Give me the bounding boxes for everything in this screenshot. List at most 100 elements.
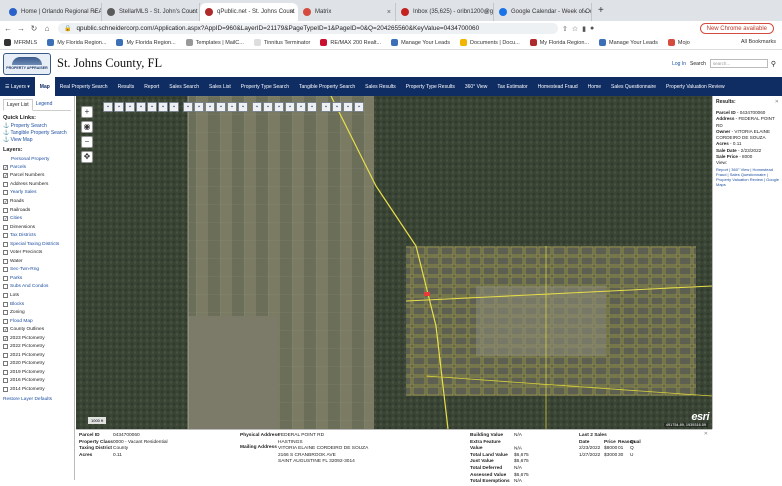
layer-checkbox[interactable] [3, 207, 8, 213]
all-bookmarks-button[interactable]: All Bookmarks [741, 39, 776, 45]
overview-tool-icon[interactable]: ▪ [263, 102, 273, 112]
layer-checkbox[interactable] [3, 386, 8, 392]
layer-item[interactable]: 2022 Pictometry [3, 342, 71, 351]
help-tool-icon[interactable]: ▪ [343, 102, 353, 112]
selected-parcel-marker[interactable] [424, 292, 430, 296]
forward-icon[interactable]: → [16, 24, 26, 33]
menu-sales-list[interactable]: Sales List [204, 77, 236, 96]
bookmark-item[interactable]: RE/MAX 200 Realt... [320, 39, 381, 46]
layer-checkbox[interactable] [3, 275, 8, 281]
layer-item[interactable]: Sec-Twn-Rng [3, 266, 71, 275]
print-tool-icon[interactable]: ▪ [147, 102, 157, 112]
layer-checkbox[interactable] [3, 224, 8, 230]
bookmark-item[interactable]: Manage Your Leads [391, 39, 450, 46]
close-tab-icon[interactable]: × [485, 9, 489, 16]
layer-checkbox[interactable] [3, 190, 8, 196]
layer-item[interactable]: ✓ County Outlines [3, 325, 71, 334]
menu-home[interactable]: Home [583, 77, 606, 96]
bookmark-item[interactable]: My Florida Region... [116, 39, 176, 46]
quick-link[interactable]: ⚓ Property Search [3, 123, 71, 130]
layer-item[interactable]: 2019 Pictometry [3, 368, 71, 377]
menu-layers[interactable]: ☰ Layers ▾ [0, 77, 35, 96]
bookmark-tool-icon[interactable]: ▪ [274, 102, 284, 112]
layer-checkbox[interactable]: ✓ [3, 173, 8, 179]
full-extent-tool-icon[interactable]: ▪ [332, 102, 342, 112]
layer-item[interactable]: Zoning [3, 308, 71, 317]
tab-legend[interactable]: Legend [33, 99, 56, 110]
pan-icon[interactable]: ✥ [81, 151, 93, 163]
close-tab-icon[interactable]: × [387, 9, 391, 16]
buffer-tool-icon[interactable]: ▪ [194, 102, 204, 112]
layer-checkbox[interactable] [3, 344, 8, 350]
layer-checkbox[interactable] [3, 352, 8, 358]
browser-tab[interactable]: StellarMLS - St. John's Count × [102, 3, 200, 21]
zoom-box-tool-icon[interactable]: ▪ [216, 102, 226, 112]
menu-homestead-fraud[interactable]: Homestead Fraud [533, 77, 583, 96]
layer-checkbox[interactable] [3, 318, 8, 324]
zoom-out-button[interactable]: − [81, 136, 93, 148]
layer-checkbox[interactable]: ✓ [3, 198, 8, 204]
restore-layer-defaults-link[interactable]: Restore Layer Defaults [3, 397, 71, 402]
bookmark-item[interactable]: Templates | MailC... [185, 39, 244, 46]
bookmark-item[interactable]: Mojo [667, 39, 690, 46]
pencil-tool-icon[interactable]: ▪ [158, 102, 168, 112]
share-icon[interactable]: ⇧ [562, 25, 568, 33]
browser-tab[interactable]: qPublic.net - St. Johns Count × [200, 3, 298, 21]
close-tab-icon[interactable]: × [93, 9, 97, 16]
chrome-update-button[interactable]: New Chrome available [699, 23, 774, 34]
layer-checkbox[interactable] [3, 181, 8, 187]
pan-tool-icon[interactable]: ▪ [227, 102, 237, 112]
tab-layer-list[interactable]: Layer List [3, 99, 33, 111]
share-tool-icon[interactable]: ▪ [285, 102, 295, 112]
layer-item[interactable]: Special Taxing Districts [3, 240, 71, 249]
layer-checkbox[interactable] [3, 241, 8, 247]
identify-tool-icon[interactable]: ▪ [103, 102, 113, 112]
layer-checkbox[interactable] [3, 361, 8, 367]
layer-checkbox[interactable] [3, 310, 8, 316]
next-tool-icon[interactable]: ▪ [307, 102, 317, 112]
layer-item[interactable]: Parks [3, 274, 71, 283]
menu-property-type-search[interactable]: Property Type Search [236, 77, 294, 96]
menu-tangible-property-search[interactable]: Tangible Property Search [294, 77, 360, 96]
layer-item[interactable]: Blocks [3, 300, 71, 309]
menu-map[interactable]: Map [34, 77, 55, 96]
search-icon[interactable]: ⚲ [771, 60, 776, 68]
export-tool-icon[interactable]: ▪ [321, 102, 331, 112]
profile-avatar-icon[interactable]: ● [590, 25, 594, 32]
close-tab-icon[interactable]: × [583, 9, 587, 16]
layer-item[interactable]: ✓ Roads [3, 197, 71, 206]
menu-360-view[interactable]: 360° View [460, 77, 492, 96]
locate-tool-icon[interactable]: ▪ [252, 102, 262, 112]
menu-real-property-search[interactable]: Real Property Search [55, 77, 113, 96]
browser-tab[interactable]: Inbox (35,625) - oribn1200@g × [396, 3, 494, 21]
bookmark-star-icon[interactable]: ☆ [572, 25, 578, 33]
select-tool-icon[interactable]: ▪ [114, 102, 124, 112]
layer-checkbox[interactable] [3, 233, 8, 239]
layer-item[interactable]: Lots [3, 291, 71, 300]
layer-item[interactable]: Tax Districts [3, 231, 71, 240]
zoom-in-button[interactable]: + [81, 106, 93, 118]
close-summary-icon[interactable]: ✕ [704, 431, 708, 437]
erase-tool-icon[interactable]: ▪ [169, 102, 179, 112]
menu-property-type-results[interactable]: Property Type Results [401, 77, 460, 96]
layers-tool-icon[interactable]: ▪ [183, 102, 193, 112]
layer-checkbox[interactable] [3, 292, 8, 298]
menu-report[interactable]: Report [139, 77, 164, 96]
quick-link[interactable]: ⚓ Tangible Property Search [3, 130, 71, 137]
clear-tool-icon[interactable]: ▪ [238, 102, 248, 112]
previous-tool-icon[interactable]: ▪ [296, 102, 306, 112]
reload-icon[interactable]: ↻ [29, 24, 39, 33]
layer-checkbox[interactable]: ✓ [3, 327, 8, 333]
result-links[interactable]: Report | 360° View | Homestead Fraud | S… [716, 167, 779, 187]
draw-tool-icon[interactable]: ▪ [136, 102, 146, 112]
quick-link[interactable]: ⚓ View Map [3, 137, 71, 144]
layer-item[interactable]: ✓ Cities [3, 214, 71, 223]
property-appraiser-logo[interactable]: PROPERTY APPRAISER [3, 52, 51, 75]
layer-item[interactable]: Flood Map [3, 317, 71, 326]
browser-tab[interactable]: Matrix × [298, 3, 396, 21]
layer-item[interactable]: Voter Precincts [3, 248, 71, 257]
bookmark-item[interactable]: My Florida Region... [529, 39, 589, 46]
menu-property-valuation-review[interactable]: Property Valuation Review [661, 77, 730, 96]
layer-item[interactable]: Railroads [3, 206, 71, 215]
layer-item[interactable]: Dimensions [3, 223, 71, 232]
